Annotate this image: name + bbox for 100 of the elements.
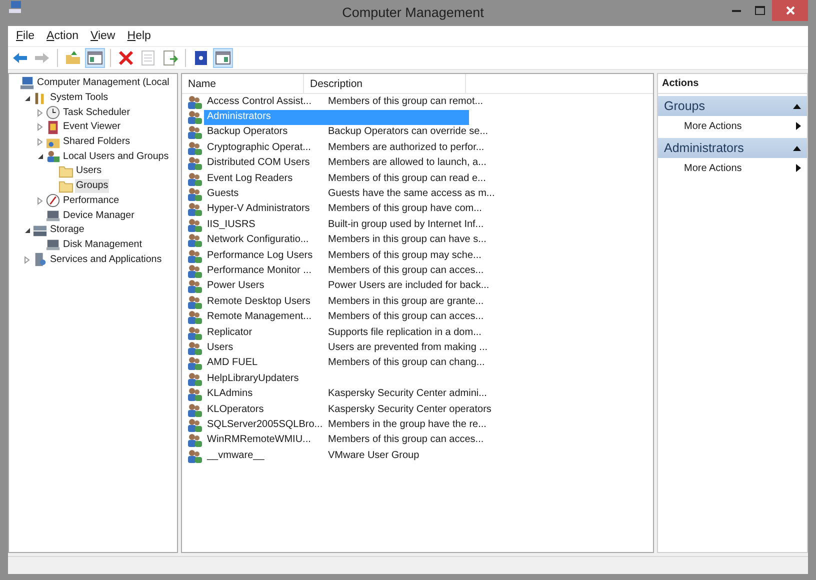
close-button[interactable] (772, 0, 808, 21)
action-label: More Actions (684, 162, 742, 174)
group-row[interactable]: Distributed COM Users Members are allowed to launch, a... (204, 156, 488, 171)
name-cell-text: Access Control Assist... (206, 94, 312, 109)
column-header[interactable]: Name (182, 74, 304, 93)
group-row[interactable]: Event Log Readers Members of this group can read e... (204, 171, 488, 186)
tree-item[interactable]: Event Viewer (62, 120, 122, 134)
collapse-icon[interactable] (793, 104, 801, 108)
name-cell-text: Users (206, 340, 234, 355)
description-cell: Members are authorized to perfor... (328, 140, 484, 155)
description-cell: Members of this group may sche... (328, 248, 482, 263)
group-row[interactable]: HelpLibraryUpdaters (204, 371, 469, 386)
description-cell: VMware User Group (328, 448, 420, 463)
menu-item[interactable]: Action (40, 30, 85, 42)
tree-item[interactable]: Shared Folders (62, 135, 131, 150)
group-row[interactable]: Remote Management... Members of this group can acces... (204, 310, 486, 325)
group-row[interactable]: Access Control Assist... Members of this group can remot... (204, 94, 486, 110)
group-row[interactable]: Hyper-V Administrators Members of this group have com... (204, 202, 484, 217)
group-icon (187, 356, 202, 370)
minimize-icon (732, 9, 741, 12)
submenu-arrow-icon (796, 122, 801, 130)
expand-arrow-icon[interactable] (37, 138, 43, 146)
group-row[interactable]: Replicator Supports file replication in a dom... (204, 325, 484, 340)
description-cell: Kaspersky Security Center admini... (328, 387, 487, 402)
tree-item[interactable]: Device Manager (62, 208, 136, 223)
name-cell-text: Power Users (206, 279, 266, 294)
group-row[interactable]: Remote Desktop Users Members in this group are grante... (204, 294, 486, 310)
window-title: Computer Management (342, 5, 484, 20)
collapse-arrow-icon[interactable] (24, 226, 30, 234)
group-icon (187, 387, 202, 402)
group-icon (187, 264, 202, 278)
tree-item[interactable]: Groups (75, 179, 110, 194)
group-icon (187, 433, 202, 448)
clock-icon (45, 105, 61, 120)
group-row[interactable]: Guests Guests have the same access as m... (204, 186, 497, 202)
tree-item[interactable]: Users (75, 164, 103, 178)
expand-arrow-icon[interactable] (37, 123, 43, 132)
action-label: More Actions (684, 120, 742, 132)
group-row[interactable]: WinRMRemoteWMIU... Members of this group can acces... (204, 432, 486, 448)
action-pane-icon[interactable] (213, 48, 233, 68)
action-item[interactable]: More Actions (658, 116, 807, 136)
group-row[interactable]: Backup Operators Backup Operators can override se... (204, 124, 490, 140)
action-section-header[interactable]: Groups (658, 96, 807, 116)
group-icon (187, 418, 202, 432)
group-row[interactable]: KLAdmins Kaspersky Security Center admini... (204, 386, 489, 402)
section-title: Administrators (664, 141, 744, 155)
group-row[interactable]: __vmware__ VMware User Group (204, 448, 469, 464)
column-header[interactable]: Description (304, 74, 466, 93)
description-cell: Members of this group can remot... (328, 94, 484, 109)
group-row[interactable]: Performance Monitor ... Members of this group can acces... (204, 263, 486, 278)
description-cell: Members in this group are grante... (328, 294, 484, 309)
description-cell: Supports file replication in a dom... (328, 326, 482, 340)
group-icon (187, 110, 202, 124)
group-row[interactable]: KLOperators Kaspersky Security Center operators (204, 402, 494, 417)
expand-arrow-icon[interactable] (24, 256, 30, 264)
tree-item[interactable]: System Tools (49, 91, 110, 106)
menu-item[interactable]: File (10, 30, 41, 42)
collapse-icon[interactable] (793, 146, 801, 150)
description-cell: Kaspersky Security Center operators (328, 402, 492, 416)
group-row[interactable]: AMD FUEL Members of this group can chang... (204, 356, 487, 371)
tree-item[interactable]: Local Users and Groups (62, 150, 170, 164)
action-section-header[interactable]: Administrators (658, 138, 807, 158)
group-row[interactable]: Network Configuratio... Members in this group can have s... (204, 232, 488, 248)
group-icon (187, 156, 202, 170)
group-row[interactable]: Users Users are prevented from making ... (204, 340, 490, 356)
group-icon (187, 218, 202, 232)
group-icon (187, 94, 202, 109)
name-cell-text: Network Configuratio... (206, 233, 310, 248)
description-cell: Members of this group have com... (328, 202, 482, 216)
name-cell-text: Event Log Readers (206, 172, 294, 186)
group-row[interactable]: Cryptographic Operat... Members are authorized to perfor... (204, 140, 486, 156)
group-icon (187, 187, 202, 202)
name-cell-text: Cryptographic Operat... (206, 140, 312, 155)
tree-item[interactable]: Disk Management (62, 238, 143, 252)
tree-pane-icon[interactable] (85, 48, 105, 68)
group-row[interactable]: Performance Log Users Members of this group may sche... (204, 248, 484, 264)
action-item[interactable]: More Actions (658, 158, 807, 178)
tree-item[interactable]: Storage (49, 223, 86, 238)
tree-item[interactable]: Computer Management (Local (36, 76, 170, 90)
expand-arrow-icon[interactable] (37, 108, 43, 117)
group-icon (187, 402, 202, 416)
tree-item[interactable]: Task Scheduler (62, 106, 131, 120)
group-icon (187, 372, 202, 386)
menu-item[interactable]: View (84, 30, 122, 42)
menu-item[interactable]: Help (121, 30, 157, 42)
group-icon (187, 310, 202, 324)
group-row[interactable]: IIS_IUSRS Built-in group used by Internet Inf... (204, 217, 486, 232)
delete-icon[interactable] (116, 48, 136, 68)
name-cell-text: KLOperators (206, 402, 265, 416)
expand-arrow-icon[interactable] (37, 196, 43, 205)
tree-item[interactable]: Performance (62, 194, 120, 208)
group-row[interactable]: SQLServer2005SQLBro... Members in the group have the re... (204, 417, 488, 432)
tree-item[interactable]: Services and Applications (49, 252, 163, 267)
name-cell-text: Administrators (206, 110, 272, 124)
group-row[interactable]: Power Users Power Users are included for back... (204, 278, 492, 294)
description-cell: Guests have the same access as m... (328, 187, 495, 202)
description-cell: Members of this group can chang... (328, 356, 485, 370)
group-icon (187, 448, 202, 463)
collapse-arrow-icon[interactable] (36, 153, 44, 160)
collapse-arrow-icon[interactable] (24, 94, 30, 102)
